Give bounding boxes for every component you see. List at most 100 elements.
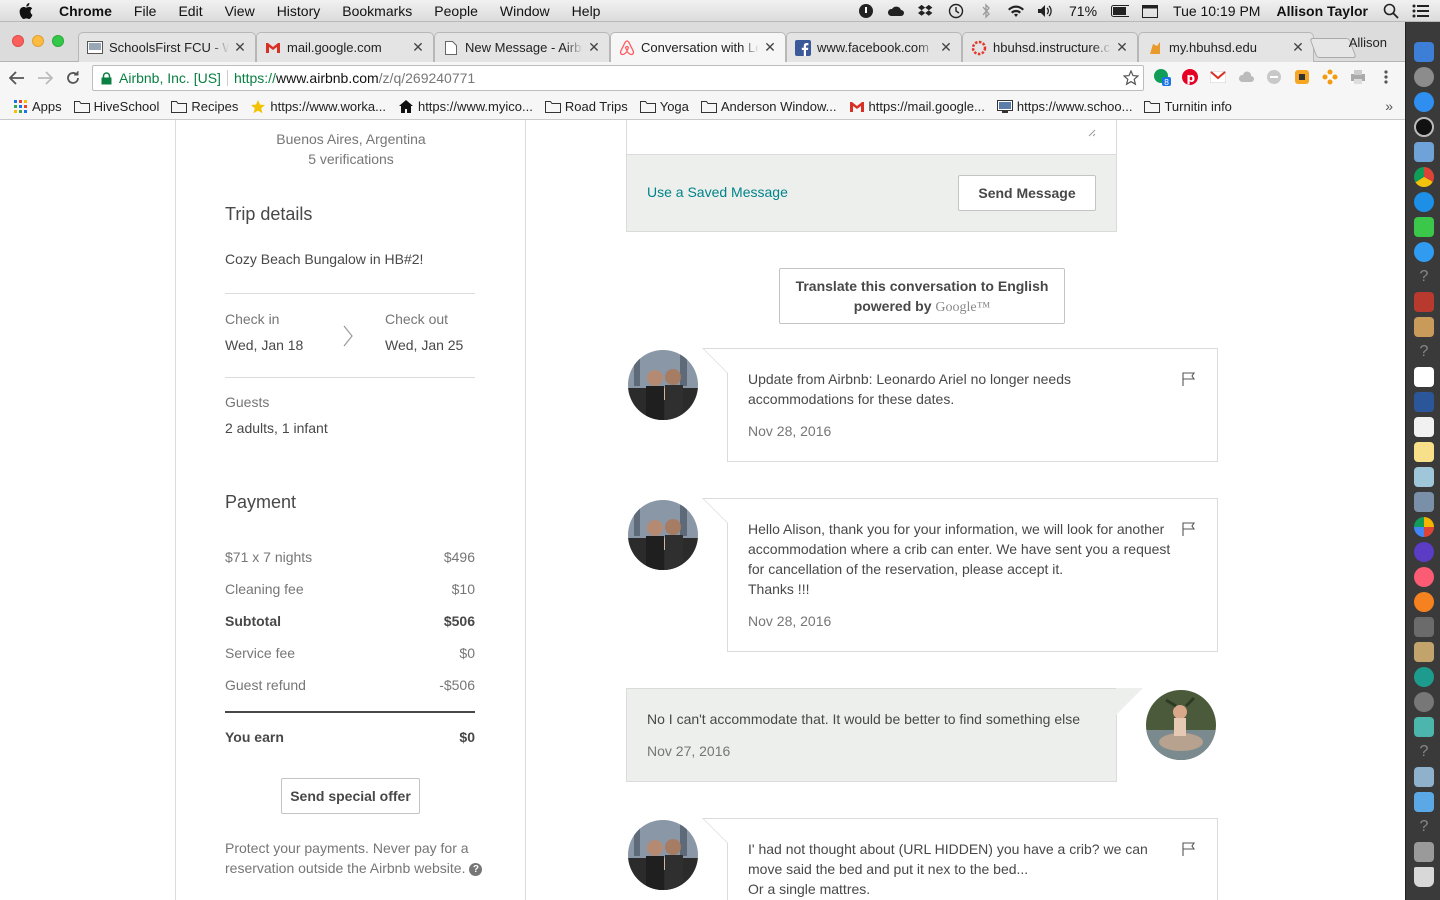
flag-icon[interactable] [1181,521,1197,537]
hangouts-extension-icon[interactable]: 8 [1153,68,1171,86]
games-dock-icon[interactable] [1414,717,1434,737]
window-zoom-button[interactable] [52,35,64,47]
pinterest-extension-icon[interactable]: p [1181,68,1199,86]
message-textarea[interactable] [627,120,1116,155]
tab-close-icon[interactable]: ✕ [763,39,777,56]
menu-help[interactable]: Help [561,3,612,19]
lock-icon[interactable] [101,71,115,85]
apple-menu-icon[interactable] [18,2,34,19]
menu-file[interactable]: File [123,3,168,19]
unknown-app-dock-icon[interactable]: ? [1414,742,1434,762]
reload-icon[interactable] [62,67,84,89]
flag-icon[interactable] [1181,841,1197,857]
printer-dock-icon[interactable] [1414,842,1434,862]
trash-dock-icon[interactable] [1414,867,1434,887]
help-icon[interactable]: ? [469,862,483,876]
use-saved-message-link[interactable]: Use a Saved Message [647,184,788,200]
window-minimize-button[interactable] [32,35,44,47]
tab-close-icon[interactable]: ✕ [587,39,601,56]
tab-close-icon[interactable]: ✕ [233,39,247,56]
clock[interactable]: Tue 10:19 PM [1173,3,1260,19]
menu-bookmarks[interactable]: Bookmarks [331,3,423,19]
cloud-extension-icon[interactable] [1237,68,1255,86]
chrome-dock-icon[interactable] [1414,167,1434,187]
word-dock-icon[interactable] [1414,392,1434,412]
menu-window[interactable]: Window [489,3,561,19]
dashboard-dock-icon[interactable] [1414,117,1434,137]
maps-dock-icon[interactable] [1414,467,1434,487]
wifi-icon[interactable] [1007,3,1025,19]
text-edit-dock-icon[interactable] [1414,417,1434,437]
bookmark-yoga[interactable]: Yoga [639,99,689,114]
time-machine-dock-icon[interactable] [1414,667,1434,687]
forward-arrow-icon[interactable] [34,67,56,89]
address-bar[interactable]: Airbnb, Inc. [US] https:// www.airbnb.co… [92,65,1144,91]
bookmark-road-trips[interactable]: Road Trips [544,99,628,114]
menu-edit[interactable]: Edit [167,3,213,19]
downloads-dock-icon[interactable] [1414,767,1434,787]
ibooks-dock-icon[interactable] [1414,592,1434,612]
window-close-button[interactable] [12,35,24,47]
launchpad-dock-icon[interactable] [1414,67,1434,87]
dropbox-icon[interactable] [917,3,935,19]
imovie-dock-icon[interactable] [1414,542,1434,562]
bookmark-star-icon[interactable] [1122,69,1140,86]
safari-dock-icon[interactable] [1414,192,1434,212]
unknown-app-dock-icon[interactable]: ? [1414,267,1434,287]
folder-dock-icon[interactable] [1414,792,1434,812]
tab-close-icon[interactable]: ✕ [1115,39,1129,56]
tab-close-icon[interactable]: ✕ [411,39,425,56]
tab-schoolsfirst[interactable]: SchoolsFirst FCU - W ✕ [78,32,256,62]
tab-hbuhsd[interactable]: my.hbuhsd.edu ✕ [1138,32,1314,62]
flag-icon[interactable] [1181,371,1197,387]
printer-extension-icon[interactable] [1349,68,1367,86]
bookmark-school[interactable]: https://www.schoo... [996,99,1132,114]
status-circle-icon[interactable] [857,3,875,19]
user-name[interactable]: Allison Taylor [1276,3,1368,19]
unknown-app-dock-icon[interactable]: ? [1414,342,1434,362]
gmail-extension-icon[interactable] [1209,68,1227,86]
tab-facebook[interactable]: www.facebook.com ✕ [786,32,962,62]
tab-gmail[interactable]: mail.google.com ✕ [256,32,434,62]
system-preferences-dock-icon[interactable] [1414,692,1434,712]
finder-dock-icon[interactable] [1414,42,1434,62]
image-capture-dock-icon[interactable] [1414,492,1434,512]
bookmark-mail-google[interactable]: https://mail.google... [849,99,985,114]
translate-conversation-button[interactable]: Translate this conversation to English p… [779,268,1065,324]
chrome-menu-icon[interactable] [1377,68,1395,86]
bookmark-hiveschool[interactable]: HiveSchool [73,99,159,114]
bookmark-turnitin[interactable]: Turnitin info [1144,99,1232,114]
spotlight-search-icon[interactable] [1382,3,1400,19]
unknown-app-dock-icon[interactable]: ? [1414,817,1434,837]
host-avatar[interactable] [628,500,698,570]
honey-extension-icon[interactable] [1293,68,1311,86]
menu-people[interactable]: People [423,3,489,19]
gray-circle-extension-icon[interactable] [1265,68,1283,86]
tab-new-message[interactable]: New Message - Airbnb ✕ [434,32,610,62]
profile-button[interactable]: Allison [1349,35,1387,50]
itunes-dock-icon[interactable] [1414,567,1434,587]
volume-icon[interactable] [1037,3,1055,19]
script-editor-dock-icon[interactable] [1414,642,1434,662]
preview-dock-icon[interactable] [1414,142,1434,162]
time-machine-icon[interactable] [947,3,965,19]
bookmark-apps[interactable]: Apps [12,99,62,114]
utility-dock-icon[interactable] [1414,617,1434,637]
calendar-menu-icon[interactable] [1141,3,1159,19]
menu-view[interactable]: View [214,3,266,19]
site-identity-label[interactable]: Airbnb, Inc. [US] [119,70,221,86]
back-arrow-icon[interactable] [6,67,28,89]
calendar-dock-icon[interactable] [1414,367,1434,387]
bookmark-workaway[interactable]: https://www.worka... [250,99,386,114]
tab-close-icon[interactable]: ✕ [1291,39,1305,56]
bookmark-myicon[interactable]: https://www.myico... [398,99,533,114]
photo-booth-dock-icon[interactable] [1414,292,1434,312]
cloud-sync-icon[interactable] [887,3,905,19]
app-store-dock-icon[interactable] [1414,92,1434,112]
flower-extension-icon[interactable] [1321,68,1339,86]
tab-conversation-active[interactable]: Conversation with Leonardo ✕ [610,32,786,62]
send-message-button[interactable]: Send Message [958,175,1096,211]
facetime-dock-icon[interactable] [1414,217,1434,237]
host-avatar[interactable] [628,350,698,420]
resize-handle-icon[interactable] [1086,124,1096,137]
